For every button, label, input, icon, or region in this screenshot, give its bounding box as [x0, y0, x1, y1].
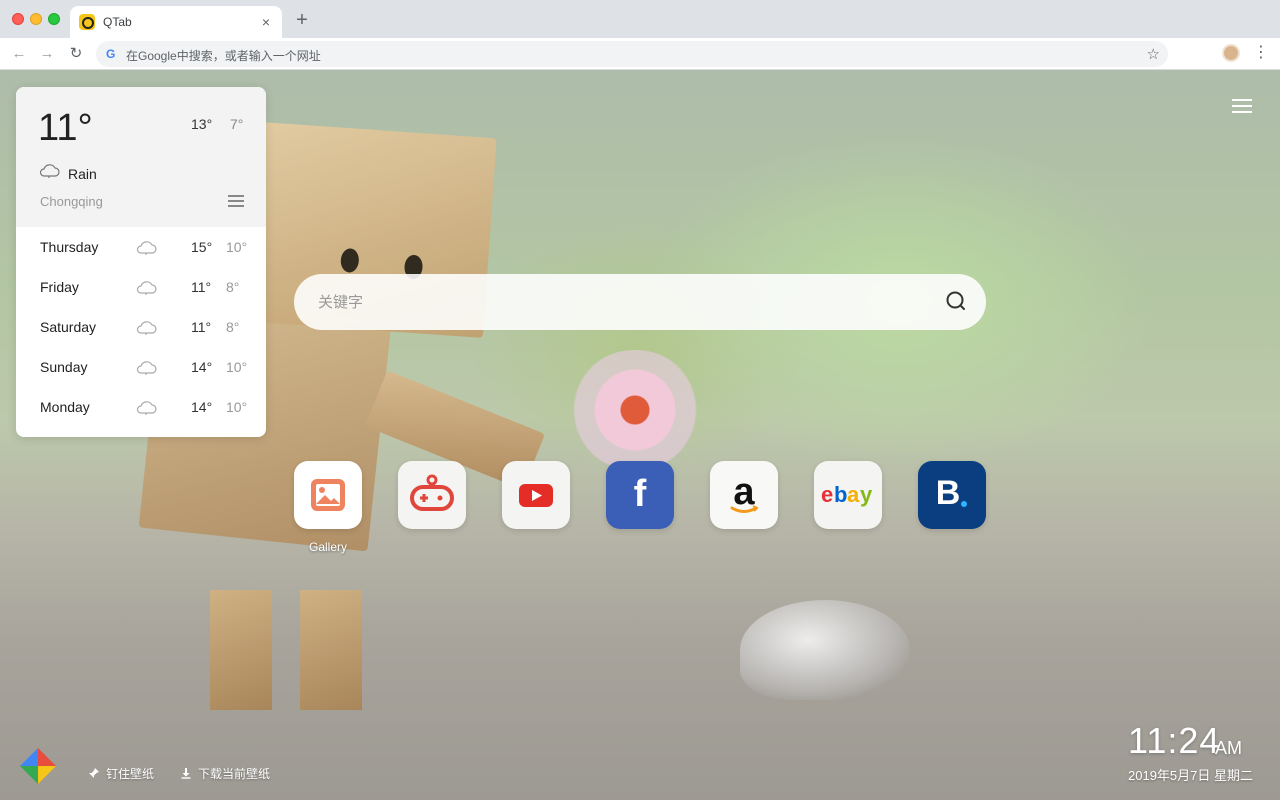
- forecast-row: Friday 11° 8°: [16, 267, 266, 307]
- tab-title: QTab: [103, 15, 132, 29]
- forecast-high: 11°: [191, 319, 212, 335]
- minimize-window-button[interactable]: [30, 13, 42, 25]
- forecast-low: 10°: [226, 239, 248, 255]
- forecast-day: Saturday: [40, 319, 97, 335]
- forecast-high: 14°: [191, 359, 213, 375]
- weather-condition: Rain: [68, 166, 97, 182]
- forecast-day: Sunday: [40, 359, 88, 375]
- search-icon[interactable]: [944, 289, 968, 313]
- forecast-row: Thursday 15° 10°: [16, 227, 266, 267]
- today-low: 7°: [230, 116, 244, 132]
- qtab-favicon-icon: [79, 14, 95, 30]
- svg-text:b: b: [834, 482, 847, 507]
- download-wallpaper-label: 下载当前壁纸: [198, 767, 271, 781]
- browser-titlebar: QTab × +: [0, 0, 1280, 38]
- forecast-row: Saturday 11° 8°: [16, 307, 266, 347]
- new-tab-page: 11° 13° 7° Rain Chongqing Thursday 15° 10°…: [0, 70, 1280, 800]
- maximize-window-button[interactable]: [48, 13, 60, 25]
- cloud-icon: [136, 361, 157, 375]
- new-tab-button[interactable]: +: [292, 10, 312, 30]
- youtube-icon: [519, 484, 553, 507]
- svg-text:e: e: [821, 482, 833, 507]
- shortcut-booking[interactable]: B: [918, 461, 986, 529]
- wallpaper-robot-leg: [210, 590, 272, 710]
- forecast-day: Thursday: [40, 239, 99, 255]
- svg-text:a: a: [847, 482, 860, 507]
- cloud-icon: [136, 281, 157, 295]
- pin-wallpaper-label: 钉住壁纸: [106, 767, 155, 781]
- forecast-day: Friday: [40, 279, 79, 295]
- gamepad-icon: [410, 474, 454, 511]
- browser-toolbar: ← → ↻ G 在Google中搜索，或者输入一个网址 ☆: [0, 38, 1280, 70]
- cloud-icon: [136, 241, 157, 255]
- pin-icon: [89, 768, 99, 778]
- wallpaper-flower: [570, 350, 700, 470]
- wallpaper-glass-frog: [740, 600, 910, 700]
- shortcut-facebook[interactable]: f: [606, 461, 674, 529]
- wallpaper-robot-leg: [300, 590, 362, 710]
- weather-city: Chongqing: [40, 194, 103, 209]
- wallpaper-robot-eye: [340, 247, 360, 274]
- amazon-smile-icon: [730, 505, 759, 513]
- svg-text:y: y: [860, 482, 873, 507]
- shortcut-gallery[interactable]: [294, 461, 362, 529]
- forecast-high: 15°: [191, 239, 213, 255]
- weather-card[interactable]: 11° 13° 7° Rain Chongqing Thursday 15° 10°…: [16, 87, 266, 437]
- shortcut-gallery-label: Gallery: [308, 540, 347, 554]
- search-input[interactable]: [318, 291, 918, 313]
- clock-time: 11:24: [1128, 720, 1221, 761]
- forecast-day: Monday: [40, 399, 90, 415]
- forecast-low: 10°: [226, 399, 248, 415]
- forecast-row: Sunday 14° 10°: [16, 347, 266, 387]
- reload-button[interactable]: ↻: [66, 44, 86, 64]
- ebay-icon: e b a y: [821, 482, 873, 507]
- cloud-icon: [39, 164, 60, 178]
- weather-menu-icon[interactable]: [228, 195, 244, 207]
- search-bar[interactable]: [294, 274, 986, 330]
- clock-date: 2019年5月7日 星期二: [1128, 768, 1253, 783]
- address-bar[interactable]: G 在Google中搜索，或者输入一个网址 ☆: [96, 41, 1168, 67]
- cloud-icon: [136, 321, 157, 335]
- bookmark-star-icon[interactable]: ☆: [1147, 45, 1160, 63]
- booking-dot-icon: [961, 501, 967, 507]
- forecast-row: Monday 14° 10°: [16, 387, 266, 427]
- back-button[interactable]: ←: [9, 44, 29, 64]
- forecast-high: 14°: [191, 399, 213, 415]
- clock-ampm: AM: [1215, 738, 1242, 758]
- pin-wallpaper-link[interactable]: 钉住壁纸: [88, 765, 154, 782]
- forecast-low: 8°: [226, 279, 240, 295]
- google-icon: G: [106, 47, 116, 61]
- browser-menu-icon[interactable]: ⋮: [1253, 44, 1269, 64]
- shortcut-amazon[interactable]: a: [710, 461, 778, 529]
- today-high: 13°: [191, 116, 213, 132]
- profile-avatar[interactable]: [1222, 44, 1240, 62]
- qtab-logo-icon[interactable]: [18, 746, 58, 786]
- download-icon: [181, 768, 191, 779]
- gallery-icon: [311, 479, 345, 511]
- forecast-low: 10°: [226, 359, 248, 375]
- shortcut-ebay[interactable]: e b a y: [814, 461, 882, 529]
- current-temperature: 11°: [38, 107, 93, 149]
- facebook-icon: f: [633, 473, 647, 515]
- shortcut-games[interactable]: [398, 461, 466, 529]
- booking-icon: B: [935, 474, 961, 512]
- forward-button[interactable]: →: [37, 44, 57, 64]
- download-wallpaper-link[interactable]: 下载当前壁纸: [180, 765, 270, 782]
- weather-current: 11° 13° 7° Rain Chongqing: [16, 87, 266, 227]
- cloud-icon: [136, 401, 157, 415]
- browser-tab[interactable]: QTab ×: [70, 6, 282, 38]
- forecast-high: 11°: [191, 279, 212, 295]
- page-menu-icon[interactable]: [1232, 99, 1252, 113]
- shortcut-youtube[interactable]: [502, 461, 570, 529]
- tab-close-icon[interactable]: ×: [258, 14, 274, 30]
- forecast-low: 8°: [226, 319, 240, 335]
- address-bar-placeholder: 在Google中搜索，或者输入一个网址: [126, 49, 321, 63]
- close-window-button[interactable]: [12, 13, 24, 25]
